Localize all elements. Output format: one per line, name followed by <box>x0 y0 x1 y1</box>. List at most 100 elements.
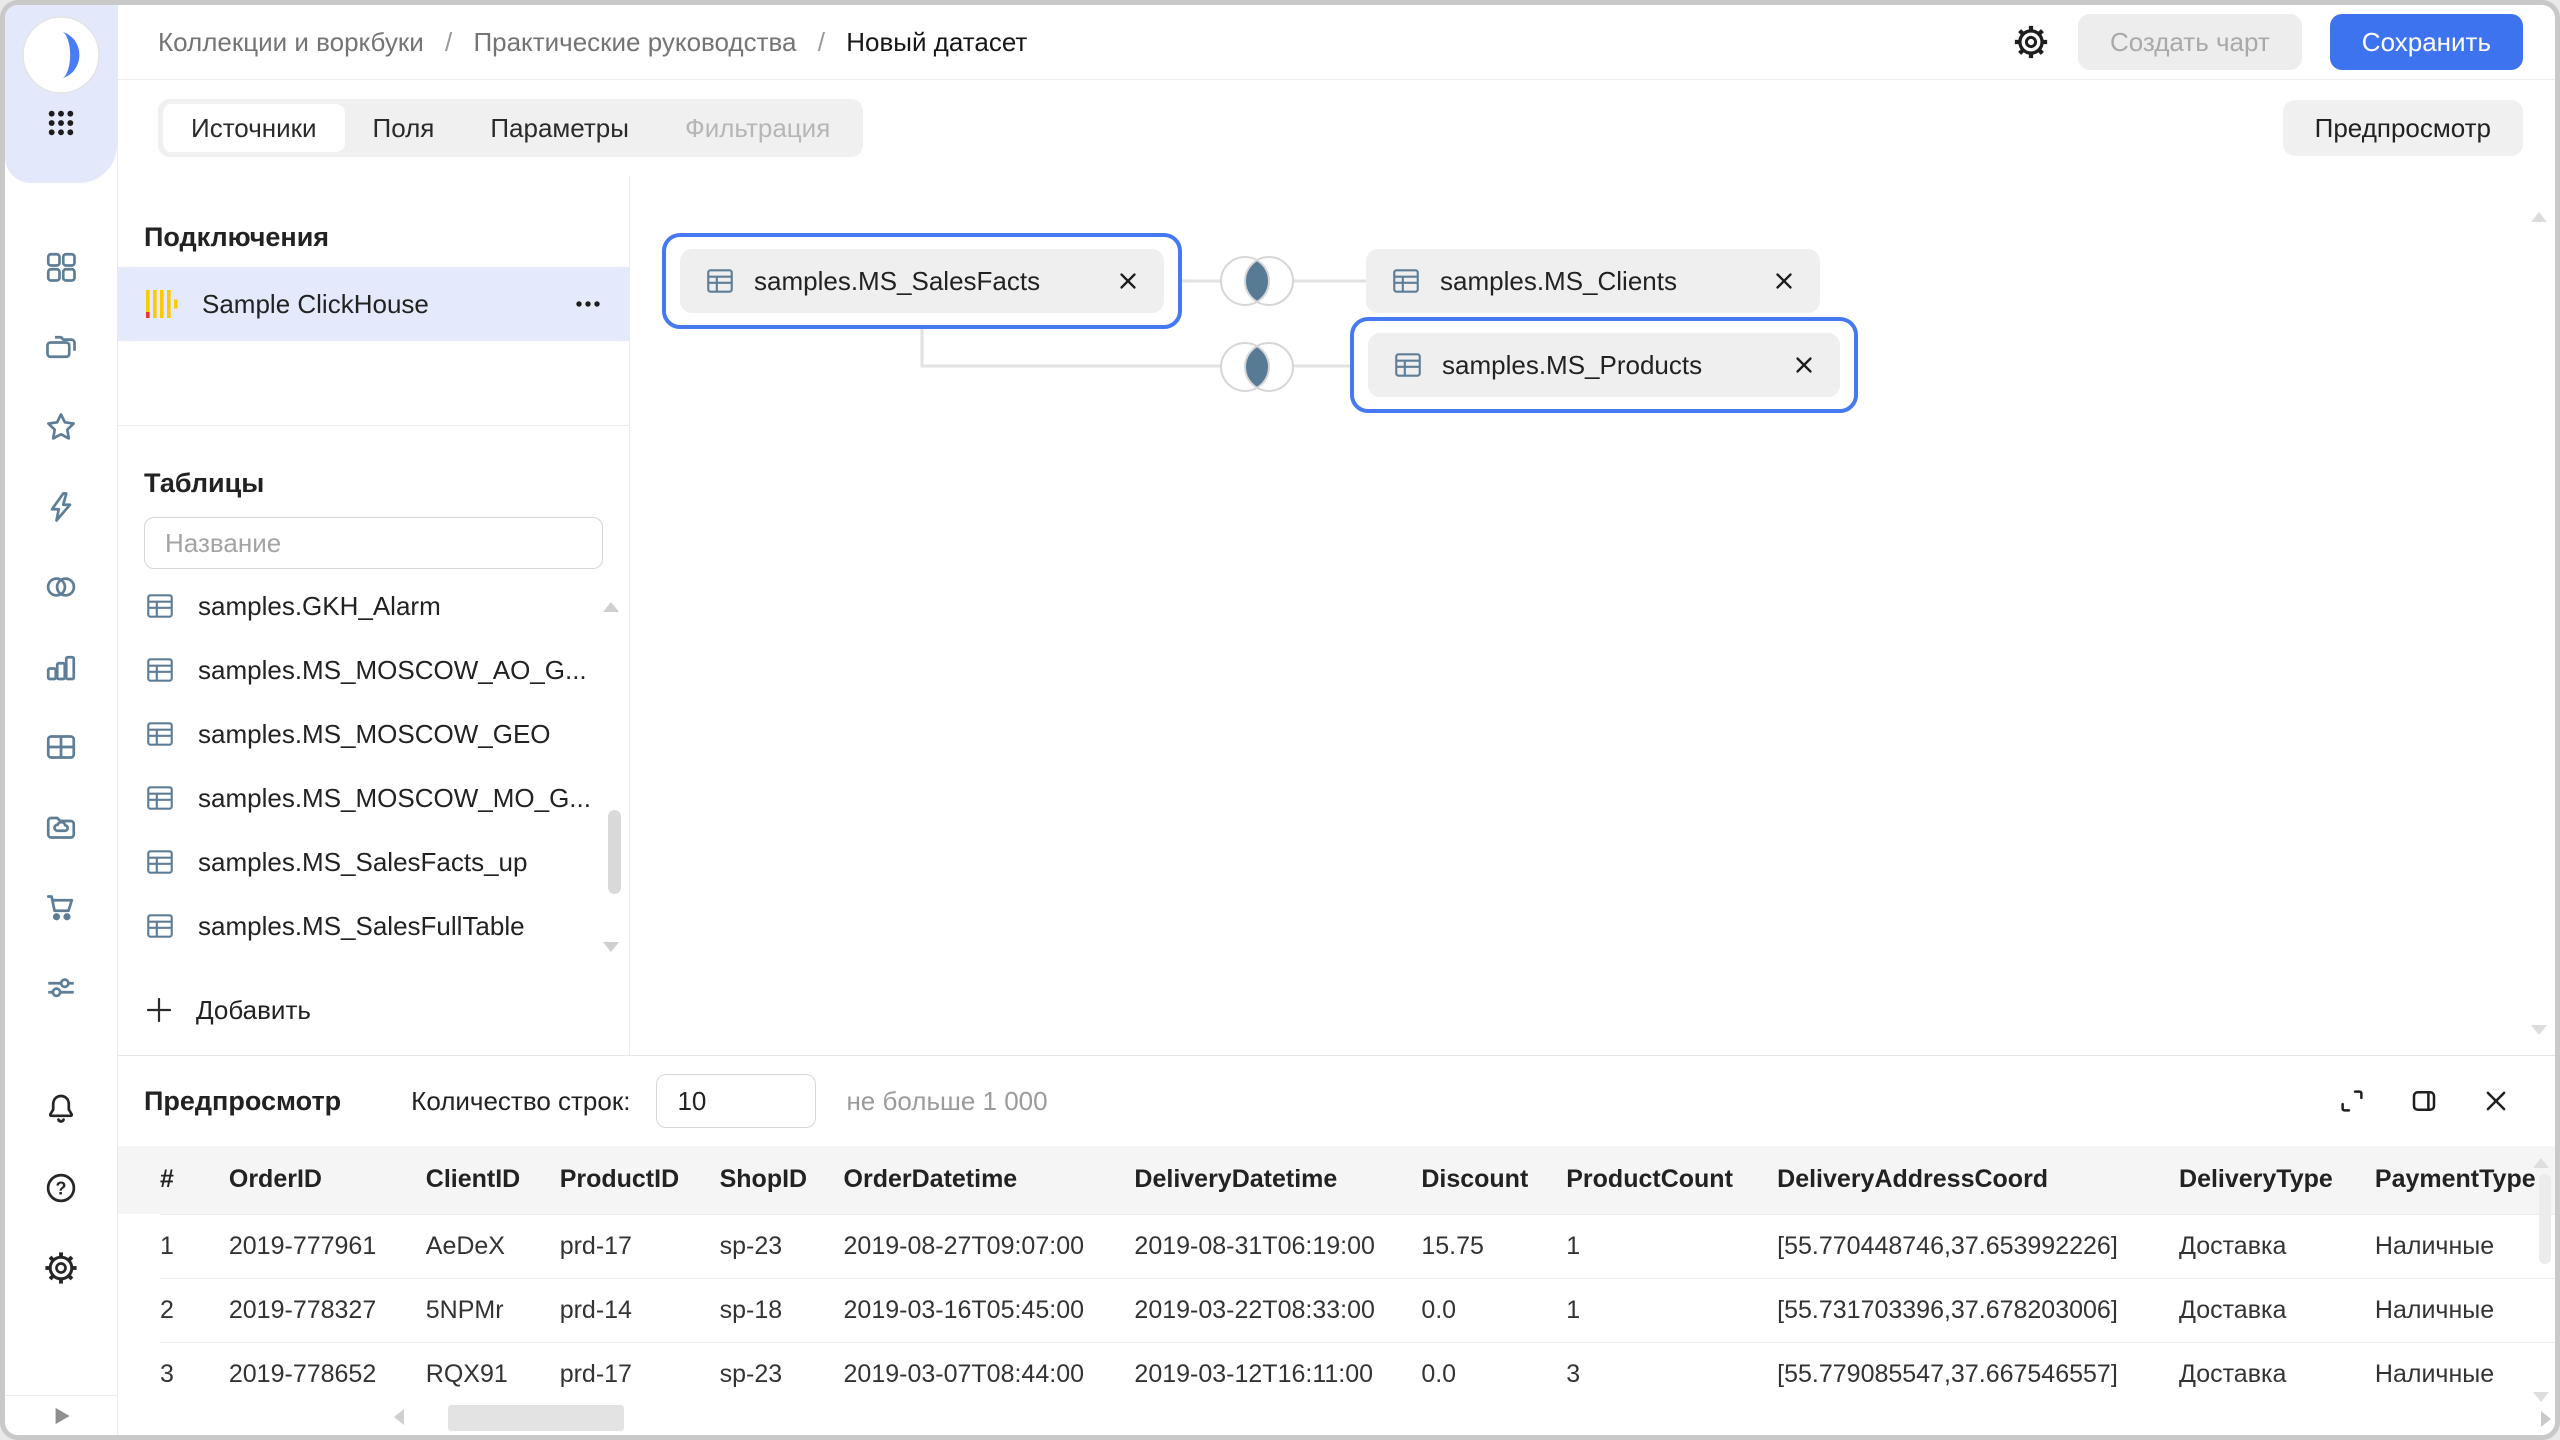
table-cell: Наличные <box>2375 1214 2555 1278</box>
preview-toggle-button[interactable]: Предпросмотр <box>2283 100 2523 156</box>
join-icon-inner-1[interactable] <box>1219 248 1295 314</box>
tab-fields[interactable]: Поля <box>345 104 463 152</box>
tab-bar: Источники Поля Параметры Фильтрация Пред… <box>118 80 2555 176</box>
tab-parameters[interactable]: Параметры <box>462 104 657 152</box>
table-icon <box>144 782 176 814</box>
canvas-scroll-up-arrow[interactable] <box>2531 212 2547 222</box>
datasets-circles-icon[interactable] <box>43 569 79 605</box>
table-cell: Наличные <box>2375 1278 2555 1342</box>
connections-title: Подключения <box>144 222 603 253</box>
list-scrollbar-thumb[interactable] <box>608 810 621 894</box>
table-cell: 2019-08-31T06:19:00 <box>1134 1214 1421 1278</box>
tab-filtering[interactable]: Фильтрация <box>657 104 858 152</box>
collections-folders-icon[interactable] <box>43 329 79 365</box>
table-item-label: samples.MS_SalesFullTable <box>198 911 525 942</box>
save-button[interactable]: Сохранить <box>2330 14 2523 70</box>
table-cell: [55.779085547,37.667546557] <box>1777 1342 2179 1406</box>
preview-hscroll-thumb[interactable] <box>448 1405 624 1431</box>
breadcrumb-collections[interactable]: Коллекции и воркбуки <box>158 27 424 57</box>
preview-table-wrap: #OrderIDClientIDProductIDShopIDOrderDate… <box>118 1146 2555 1435</box>
table-list-item[interactable]: samples.MS_SalesFacts_up <box>118 830 629 894</box>
table-search-input[interactable] <box>144 517 603 569</box>
services-sliders-icon[interactable] <box>43 969 79 1005</box>
table-cell: Наличные <box>2375 1342 2555 1406</box>
preview-vscroll-thumb[interactable] <box>2539 1174 2551 1264</box>
column-header: # <box>160 1146 229 1214</box>
dataset-settings-gear-icon[interactable] <box>2012 23 2050 61</box>
rail-sub: ? <box>43 1090 79 1286</box>
node-products[interactable]: samples.MS_Products <box>1350 317 1858 413</box>
expand-preview-icon[interactable] <box>2337 1086 2367 1116</box>
table-item-label: samples.MS_SalesFacts_up <box>198 847 527 878</box>
connection-more-icon[interactable] <box>573 289 603 319</box>
table-cell: 3 <box>160 1342 229 1406</box>
apps-grid-icon[interactable] <box>43 105 79 141</box>
charts-bar-icon[interactable] <box>43 649 79 685</box>
rail-expand-button[interactable] <box>5 1395 117 1435</box>
table-cell: prd-14 <box>560 1278 720 1342</box>
dashboards-table-icon[interactable] <box>43 729 79 765</box>
preview-panel: Предпросмотр Количество строк: не больше… <box>118 1055 2555 1435</box>
join-icon-inner-2[interactable] <box>1219 334 1295 400</box>
nav-rail: ? <box>5 5 118 1435</box>
breadcrumb: Коллекции и воркбуки / Практические руко… <box>158 27 2012 58</box>
favorites-star-icon[interactable] <box>43 409 79 445</box>
dashboard-grid-icon[interactable] <box>43 249 79 285</box>
tab-sources[interactable]: Источники <box>163 104 345 152</box>
connections-lightning-icon[interactable] <box>43 489 79 525</box>
table-cell: RQX91 <box>426 1342 560 1406</box>
node-close-icon[interactable] <box>1772 269 1796 293</box>
list-scroll-down-arrow[interactable] <box>603 942 619 952</box>
app-window: ? <box>0 0 2560 1440</box>
node-products-pill[interactable]: samples.MS_Products <box>1368 333 1840 397</box>
add-table-button[interactable]: Добавить <box>118 988 629 1032</box>
preview-hscroll-left-arrow[interactable] <box>394 1409 404 1425</box>
datalens-logo-icon[interactable] <box>21 15 101 95</box>
table-cell: 2 <box>160 1278 229 1342</box>
table-cell: AeDeX <box>426 1214 560 1278</box>
node-label: samples.MS_SalesFacts <box>754 266 1098 297</box>
split-panel-icon[interactable] <box>2409 1086 2439 1116</box>
help-question-icon[interactable]: ? <box>43 1170 79 1206</box>
preview-vscroll-down-arrow[interactable] <box>2533 1392 2549 1402</box>
node-sales-facts-pill[interactable]: samples.MS_SalesFacts <box>680 249 1164 313</box>
storage-cloud-folder-icon[interactable] <box>43 809 79 845</box>
breadcrumb-current-dataset[interactable]: Новый датасет <box>846 27 1027 57</box>
panel-divider <box>118 425 629 426</box>
connection-item-sample-clickhouse[interactable]: Sample ClickHouse <box>118 267 629 341</box>
node-close-icon[interactable] <box>1792 353 1816 377</box>
marketplace-cart-icon[interactable] <box>43 889 79 925</box>
settings-gear-icon[interactable] <box>43 1250 79 1286</box>
row-count-input[interactable] <box>656 1074 816 1128</box>
preview-title: Предпросмотр <box>144 1086 341 1117</box>
close-preview-icon[interactable] <box>2481 1086 2511 1116</box>
table-list-item[interactable]: samples.MS_MOSCOW_AO_G... <box>118 638 629 702</box>
notifications-bell-icon[interactable] <box>43 1090 79 1126</box>
column-header: ProductID <box>560 1146 720 1214</box>
node-label: samples.MS_Clients <box>1440 266 1754 297</box>
node-label: samples.MS_Products <box>1442 350 1774 381</box>
list-scroll-up-arrow[interactable] <box>603 602 619 612</box>
canvas-scroll-down-arrow[interactable] <box>2531 1025 2547 1035</box>
join-canvas[interactable]: samples.MS_SalesFacts <box>630 176 2555 1055</box>
preview-vscroll-up-arrow[interactable] <box>2533 1158 2549 1168</box>
table-list-item[interactable]: samples.GKH_Alarm <box>118 574 629 638</box>
node-clients[interactable]: samples.MS_Clients <box>1366 249 1820 313</box>
add-table-label: Добавить <box>196 995 311 1026</box>
node-close-icon[interactable] <box>1116 269 1140 293</box>
node-sales-facts[interactable]: samples.MS_SalesFacts <box>662 233 1182 329</box>
table-list-item[interactable]: samples.MS_MOSCOW_GEO <box>118 702 629 766</box>
column-header: ShopID <box>720 1146 844 1214</box>
breadcrumb-workbook[interactable]: Практические руководства <box>473 27 796 57</box>
table-icon <box>144 718 176 750</box>
preview-hscroll-right-arrow[interactable] <box>2541 1411 2551 1427</box>
table-item-label: samples.MS_MOSCOW_MO_G... <box>198 783 591 814</box>
table-list-item[interactable]: samples.MS_MOSCOW_MO_G... <box>118 766 629 830</box>
tab-group: Источники Поля Параметры Фильтрация <box>158 99 863 157</box>
table-icon <box>1390 265 1422 297</box>
table-cell: 2019-778652 <box>229 1342 426 1406</box>
table-list-item[interactable]: samples.MS_SalesFullTable <box>118 894 629 958</box>
table-cell: 2019-03-07T08:44:00 <box>844 1342 1135 1406</box>
table-cell: sp-23 <box>720 1342 844 1406</box>
create-chart-button[interactable]: Создать чарт <box>2078 14 2302 70</box>
